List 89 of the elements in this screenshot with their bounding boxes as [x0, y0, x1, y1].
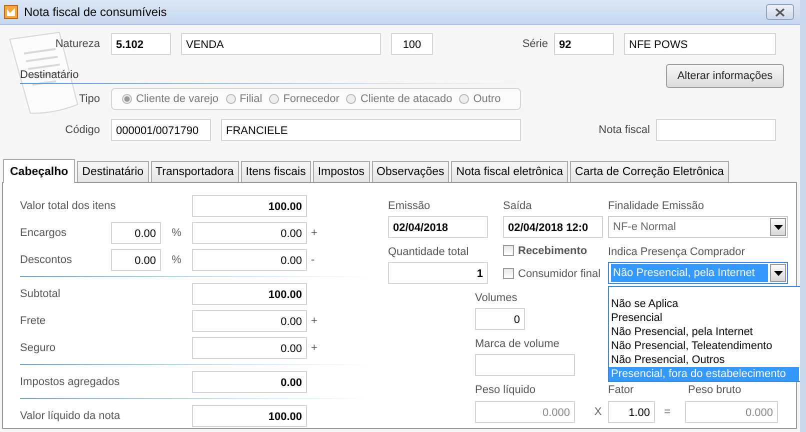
amount-field[interactable]: 0.00: [192, 248, 307, 270]
checkbox-label: Recebimento: [518, 244, 588, 256]
amount-field[interactable]: 100.00: [192, 194, 307, 216]
checkbox[interactable]: [503, 268, 514, 279]
percent-sign: %: [170, 254, 182, 266]
field-label: Marca de volume: [475, 338, 560, 350]
radio-label: Cliente de varejo: [136, 93, 219, 105]
tab[interactable]: Destinatário: [77, 161, 149, 182]
field-label: Subtotal: [20, 288, 62, 300]
field-label: Frete: [20, 314, 47, 326]
operator-sign: X: [593, 406, 603, 418]
radio-button[interactable]: [122, 94, 132, 104]
caret-icon: [774, 224, 782, 230]
radio-button[interactable]: [269, 94, 280, 104]
field-label: Valor líquido da nota: [20, 410, 122, 422]
field-label: Volumes: [475, 292, 518, 304]
radio-button[interactable]: [226, 94, 236, 104]
input-field[interactable]: 5.102: [111, 33, 171, 55]
field-label: Finalidade Emissão: [608, 200, 705, 212]
radio-button[interactable]: [459, 94, 470, 104]
tab[interactable]: Carta de Correção Eletrônica: [570, 161, 729, 182]
radio-button[interactable]: [346, 94, 356, 104]
field-label: Saída: [503, 200, 533, 212]
field-label: Peso bruto: [688, 384, 742, 396]
input-field[interactable]: VENDA: [181, 33, 381, 55]
operator-sign: +: [311, 314, 318, 326]
tab[interactable]: Itens fiscais: [240, 161, 311, 182]
field-label: Valor total dos itens: [20, 200, 117, 212]
amount-field[interactable]: 100.00: [192, 282, 307, 304]
input-field[interactable]: 000001/0071790: [111, 119, 211, 141]
radio-label: Outro: [473, 93, 501, 105]
quantity-field[interactable]: 1: [388, 262, 488, 284]
date-field[interactable]: 02/04/2018 12:0: [503, 216, 603, 238]
operator-sign: +: [311, 342, 318, 354]
dropdown-option[interactable]: Presencial: [609, 311, 799, 325]
operator-sign: -: [311, 254, 315, 266]
amount-field[interactable]: 0.00: [192, 370, 307, 392]
field-label: Código: [64, 124, 100, 136]
radio-label: Cliente de atacado: [360, 93, 452, 105]
dropdown-option[interactable]: Não Presencial, pela Internet: [609, 325, 799, 339]
input-field[interactable]: [475, 354, 575, 376]
amount-field[interactable]: 100.00: [192, 404, 307, 426]
input-field[interactable]: 92: [554, 33, 614, 55]
chart-icon: [4, 5, 18, 19]
tab[interactable]: Impostos: [312, 161, 370, 182]
percent-field[interactable]: 0.00: [111, 248, 161, 270]
input-field[interactable]: [656, 119, 776, 141]
tab[interactable]: Transportadora: [150, 161, 239, 182]
field-label: Seguro: [20, 342, 56, 354]
field-label: Natureza: [54, 38, 100, 50]
field-label: Quantidade total: [388, 246, 470, 258]
dropdown-option[interactable]: Não Presencial, Teleatendimento: [609, 339, 799, 353]
change-info-button[interactable]: Alterar informações: [666, 64, 784, 88]
field-label: Peso líquido: [475, 384, 537, 396]
field-label: Indica Presença Comprador: [608, 246, 746, 258]
field-label: Impostos agregados: [20, 376, 121, 388]
dropdown-option[interactable]: Não se Aplica: [609, 297, 799, 311]
window-title: Nota fiscal de consumíveis: [24, 5, 167, 19]
field-label: Nota fiscal: [598, 124, 650, 136]
input-field[interactable]: 1.00: [608, 400, 655, 422]
field-label: Tipo: [78, 93, 100, 105]
input-field[interactable]: NFE POWS: [624, 33, 776, 55]
field-label: Descontos: [20, 254, 73, 266]
tab[interactable]: Nota fiscal eletrônica: [451, 161, 568, 182]
field-label: Emissão: [388, 200, 432, 212]
field-label: Fator: [608, 384, 635, 396]
checkbox[interactable]: [503, 245, 514, 256]
checkbox-label: Consumidor final: [518, 268, 601, 280]
tab[interactable]: Cabeçalho: [3, 159, 76, 183]
operator-sign: =: [663, 406, 672, 418]
radio-label: Fornecedor: [283, 93, 340, 105]
percent-field[interactable]: 0.00: [111, 222, 161, 244]
input-field[interactable]: FRANCIELE: [221, 119, 521, 141]
operator-sign: +: [311, 226, 318, 238]
close-button[interactable]: [766, 4, 794, 20]
amount-field[interactable]: 0.00: [192, 222, 307, 244]
field-label: Encargos: [20, 226, 68, 238]
dropdown-option[interactable]: Não Presencial, Outros: [609, 353, 799, 367]
input-field[interactable]: 0: [475, 308, 525, 330]
amount-field[interactable]: 0.00: [192, 310, 307, 332]
tab[interactable]: Observações: [372, 161, 450, 182]
input-field[interactable]: 100: [391, 33, 433, 55]
percent-sign: %: [170, 226, 182, 238]
date-field[interactable]: 02/04/2018: [388, 216, 488, 238]
amount-field[interactable]: 0.00: [192, 336, 307, 358]
radio-label: Filial: [240, 93, 262, 105]
caret-icon: [774, 270, 782, 276]
field-label: Série: [522, 38, 548, 50]
close-icon: [775, 8, 785, 16]
